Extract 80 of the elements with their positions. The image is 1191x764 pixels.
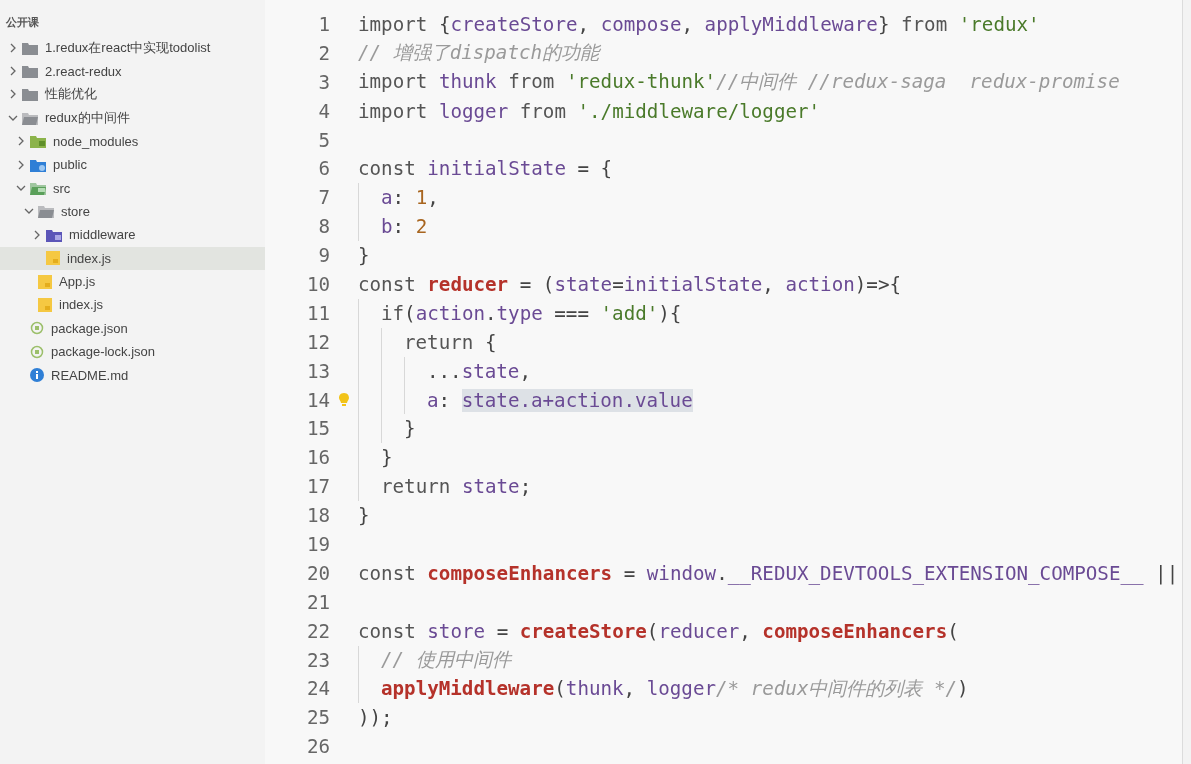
folder-icon — [22, 40, 38, 55]
tree-item[interactable]: 1.redux在react中实现todolist — [0, 36, 265, 60]
code-line: return { — [404, 330, 497, 354]
tree-item[interactable]: README.md — [0, 363, 265, 387]
json-file-icon — [30, 344, 44, 359]
js-file-icon — [38, 298, 52, 312]
tree-item[interactable]: redux的中间件 — [0, 106, 265, 130]
folder-icon — [30, 134, 46, 149]
line-number: 21 — [305, 590, 330, 614]
line-number: 25 — [305, 706, 330, 730]
line-number: 24 — [305, 677, 330, 701]
js-file-icon — [46, 251, 60, 266]
line-number: 1 — [317, 12, 330, 36]
line-number: 12 — [305, 330, 330, 354]
code-line: // 使用中间件 — [381, 647, 511, 674]
code-line: const composeEnhancers = window.__REDUX_DEVTOOLS_EXTENSION_COMPOSE__ || — [358, 561, 1179, 585]
tree-item[interactable]: package-lock.json — [0, 340, 265, 364]
code-line: const initialState = { — [358, 157, 613, 181]
line-number: 19 — [305, 532, 330, 556]
folder-icon — [22, 64, 38, 79]
section-title: 公开课 — [5, 15, 40, 30]
info-icon — [30, 368, 44, 383]
code-line: import thunk from 'redux-thunk'//中间件 //redux-saga redux-promise — [358, 69, 1120, 96]
code-line: applyMiddleware(thunk, logger/* redux中间件的列表 */) — [381, 675, 969, 702]
line-number: 23 — [305, 648, 330, 672]
line-number: 4 — [317, 99, 330, 123]
tree-item[interactable]: public — [0, 152, 265, 177]
tree-item[interactable]: store — [0, 199, 265, 224]
tree-item[interactable]: src — [0, 176, 265, 200]
folder-icon — [46, 227, 62, 242]
code-line: } — [358, 244, 370, 268]
line-number: 13 — [305, 359, 330, 383]
code-line: )); — [358, 706, 393, 730]
tree-item[interactable]: 性能优化 — [0, 82, 265, 107]
js-file-icon — [38, 274, 52, 289]
code-line: import {createStore, compose, applyMiddleware} from 'redux' — [358, 12, 1040, 36]
line-number: 20 — [305, 561, 330, 585]
scrollbar[interactable] — [1182, 0, 1191, 764]
line-number: 6 — [317, 157, 330, 181]
code-line: const reducer = (state=initialState, action)=>{ — [358, 272, 901, 296]
line-number: 7 — [317, 186, 330, 210]
line-number: 5 — [317, 128, 330, 152]
line-number: 15 — [305, 417, 330, 441]
code-line: ...state, — [427, 359, 531, 383]
tree-item[interactable]: middleware — [0, 223, 265, 247]
tree-item[interactable]: index.js — [0, 246, 265, 270]
line-number: 3 — [317, 70, 330, 94]
tree-item[interactable]: index.js — [0, 293, 265, 317]
folder-icon — [30, 181, 46, 196]
code-line: a: state.a+action.value — [427, 388, 693, 412]
line-number: 10 — [305, 272, 330, 296]
code-line: } — [404, 417, 416, 441]
folder-icon — [22, 87, 38, 102]
tree-item[interactable]: 2.react-redux — [0, 59, 265, 83]
tree-item[interactable]: package.json — [0, 316, 265, 341]
line-number: 22 — [305, 619, 330, 643]
code-line: import logger from './middleware/logger' — [358, 99, 821, 123]
code-line: if(action.type === 'add'){ — [381, 301, 682, 325]
line-number: 8 — [317, 215, 330, 239]
line-number: 11 — [305, 301, 330, 325]
code-line: } — [358, 504, 370, 528]
line-number: 26 — [305, 735, 330, 759]
json-file-icon — [30, 321, 44, 336]
line-number: 14 — [305, 388, 330, 412]
tree-item[interactable]: node_modules — [0, 129, 265, 153]
line-number: 18 — [305, 504, 330, 528]
folder-icon — [22, 110, 38, 125]
code-line: return state; — [381, 475, 532, 499]
folder-icon — [38, 204, 54, 219]
code-line: } — [381, 446, 393, 470]
line-number: 9 — [317, 244, 330, 268]
folder-icon — [30, 157, 46, 172]
code-line: b: 2 — [381, 215, 428, 239]
code-line: const store = createStore(reducer, composeEnhancers( — [358, 619, 959, 643]
line-number: 17 — [305, 475, 330, 499]
code-line: // 增强了dispatch的功能 — [358, 40, 600, 67]
tree-item[interactable]: App.js — [0, 269, 265, 294]
code-line: a: 1, — [381, 186, 439, 210]
line-number: 2 — [317, 41, 330, 65]
line-number: 16 — [305, 446, 330, 470]
